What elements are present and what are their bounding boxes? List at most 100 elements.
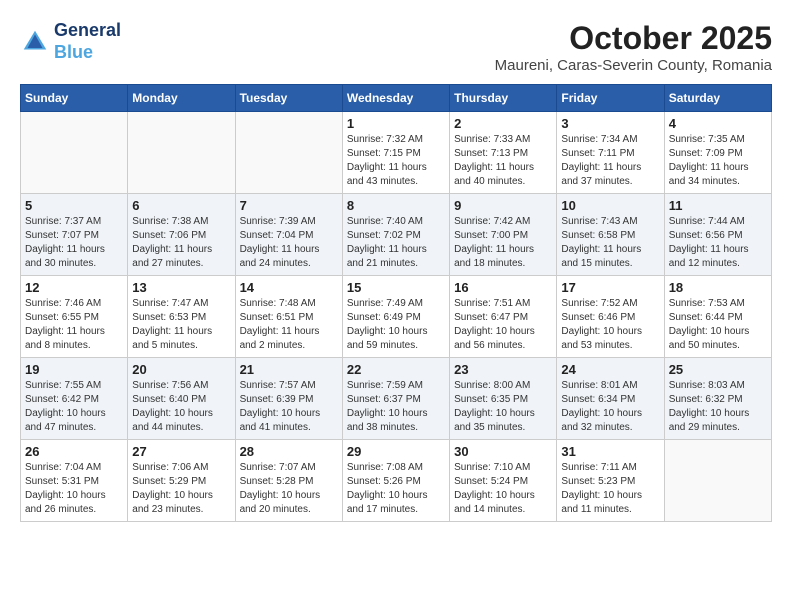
calendar-cell: 21 Sunrise: 7:57 AM Sunset: 6:39 PM Dayli… [235, 358, 342, 440]
day-info: Sunrise: 7:53 AM Sunset: 6:44 PM Dayligh… [669, 297, 767, 353]
day-info: Sunrise: 7:43 AM Sunset: 6:58 PM Dayligh… [561, 215, 659, 271]
day-number: 29 [347, 444, 445, 459]
calendar-week-row: 19Sunrise: 7:55 AM Sunset: 6:42 PM Dayli… [21, 358, 772, 440]
calendar-cell: 23Sunrise: 8:00 AM Sunset: 6:35 PM Dayli… [450, 358, 557, 440]
day-info: Sunrise: 7:33 AM Sunset: 7:13 PM Dayligh… [454, 133, 552, 189]
day-number: 30 [454, 444, 552, 459]
header: General Blue October 2025 Maureni, Caras… [20, 20, 772, 74]
weekday-header: Tuesday [235, 85, 342, 112]
calendar-cell: 18Sunrise: 7:53 AM Sunset: 6:44 PM Dayli… [664, 276, 771, 358]
day-number: 31 [561, 444, 659, 459]
calendar-cell: 26 Sunrise: 7:04 AM Sunset: 5:31 PM Dayli… [21, 440, 128, 522]
day-info: Sunrise: 7:39 AM Sunset: 7:04 PM Dayligh… [240, 215, 338, 271]
day-number: 3 [561, 116, 659, 131]
weekday-header: Thursday [450, 85, 557, 112]
month-title: October 2025 [495, 20, 772, 57]
day-info: Sunrise: 7:06 AM Sunset: 5:29 PM Dayligh… [132, 461, 230, 517]
day-info: Sunrise: 8:01 AM Sunset: 6:34 PM Dayligh… [561, 379, 659, 435]
day-info: Sunrise: 7:42 AM Sunset: 7:00 PM Dayligh… [454, 215, 552, 271]
weekday-header: Saturday [664, 85, 771, 112]
day-info: Sunrise: 7:40 AM Sunset: 7:02 PM Dayligh… [347, 215, 445, 271]
day-number: 8 [347, 198, 445, 213]
calendar-week-row: 5 Sunrise: 7:37 AM Sunset: 7:07 PM Daylig… [21, 194, 772, 276]
day-number: 15 [347, 280, 445, 295]
weekday-header: Wednesday [342, 85, 449, 112]
calendar-cell: 14Sunrise: 7:48 AM Sunset: 6:51 PM Dayli… [235, 276, 342, 358]
day-number: 12 [25, 280, 123, 295]
calendar-cell: 28 Sunrise: 7:07 AM Sunset: 5:28 PM Dayli… [235, 440, 342, 522]
calendar-cell: 19Sunrise: 7:55 AM Sunset: 6:42 PM Dayli… [21, 358, 128, 440]
weekday-header: Monday [128, 85, 235, 112]
calendar-cell: 5 Sunrise: 7:37 AM Sunset: 7:07 PM Daylig… [21, 194, 128, 276]
day-number: 5 [25, 198, 123, 213]
day-number: 11 [669, 198, 767, 213]
day-number: 28 [240, 444, 338, 459]
day-info: Sunrise: 7:48 AM Sunset: 6:51 PM Dayligh… [240, 297, 338, 353]
day-info: Sunrise: 7:49 AM Sunset: 6:49 PM Dayligh… [347, 297, 445, 353]
day-number: 17 [561, 280, 659, 295]
day-number: 23 [454, 362, 552, 377]
day-number: 13 [132, 280, 230, 295]
weekday-header: Sunday [21, 85, 128, 112]
calendar-cell: 8 Sunrise: 7:40 AM Sunset: 7:02 PM Daylig… [342, 194, 449, 276]
day-info: Sunrise: 7:08 AM Sunset: 5:26 PM Dayligh… [347, 461, 445, 517]
day-number: 2 [454, 116, 552, 131]
calendar-cell: 1 Sunrise: 7:32 AM Sunset: 7:15 PM Daylig… [342, 112, 449, 194]
day-info: Sunrise: 7:47 AM Sunset: 6:53 PM Dayligh… [132, 297, 230, 353]
calendar-cell: 20Sunrise: 7:56 AM Sunset: 6:40 PM Dayli… [128, 358, 235, 440]
logo-line2: Blue [54, 42, 93, 62]
logo-text: General Blue [54, 20, 121, 63]
day-number: 20 [132, 362, 230, 377]
day-number: 1 [347, 116, 445, 131]
calendar-cell [21, 112, 128, 194]
logo: General Blue [20, 20, 121, 63]
calendar-cell: 15 Sunrise: 7:49 AM Sunset: 6:49 PM Dayli… [342, 276, 449, 358]
calendar-week-row: 26 Sunrise: 7:04 AM Sunset: 5:31 PM Dayli… [21, 440, 772, 522]
calendar-cell: 4Sunrise: 7:35 AM Sunset: 7:09 PM Daylig… [664, 112, 771, 194]
day-info: Sunrise: 7:10 AM Sunset: 5:24 PM Dayligh… [454, 461, 552, 517]
day-info: Sunrise: 7:59 AM Sunset: 6:37 PM Dayligh… [347, 379, 445, 435]
day-info: Sunrise: 7:52 AM Sunset: 6:46 PM Dayligh… [561, 297, 659, 353]
calendar-cell: 12 Sunrise: 7:46 AM Sunset: 6:55 PM Dayli… [21, 276, 128, 358]
day-info: Sunrise: 7:11 AM Sunset: 5:23 PM Dayligh… [561, 461, 659, 517]
day-number: 7 [240, 198, 338, 213]
day-info: Sunrise: 7:37 AM Sunset: 7:07 PM Dayligh… [25, 215, 123, 271]
day-info: Sunrise: 7:46 AM Sunset: 6:55 PM Dayligh… [25, 297, 123, 353]
day-number: 6 [132, 198, 230, 213]
logo-icon [20, 27, 50, 57]
day-info: Sunrise: 7:07 AM Sunset: 5:28 PM Dayligh… [240, 461, 338, 517]
day-number: 24 [561, 362, 659, 377]
calendar-cell: 17 Sunrise: 7:52 AM Sunset: 6:46 PM Dayli… [557, 276, 664, 358]
calendar-cell: 11Sunrise: 7:44 AM Sunset: 6:56 PM Dayli… [664, 194, 771, 276]
calendar-cell: 13 Sunrise: 7:47 AM Sunset: 6:53 PM Dayli… [128, 276, 235, 358]
calendar-cell [128, 112, 235, 194]
day-number: 27 [132, 444, 230, 459]
calendar-cell: 3 Sunrise: 7:34 AM Sunset: 7:11 PM Daylig… [557, 112, 664, 194]
day-info: Sunrise: 7:55 AM Sunset: 6:42 PM Dayligh… [25, 379, 123, 435]
calendar-cell: 22 Sunrise: 7:59 AM Sunset: 6:37 PM Dayli… [342, 358, 449, 440]
day-number: 22 [347, 362, 445, 377]
day-info: Sunrise: 7:34 AM Sunset: 7:11 PM Dayligh… [561, 133, 659, 189]
weekday-header: Friday [557, 85, 664, 112]
calendar-cell: 2 Sunrise: 7:33 AM Sunset: 7:13 PM Daylig… [450, 112, 557, 194]
day-number: 26 [25, 444, 123, 459]
calendar-cell: 25Sunrise: 8:03 AM Sunset: 6:32 PM Dayli… [664, 358, 771, 440]
calendar-cell: 9 Sunrise: 7:42 AM Sunset: 7:00 PM Daylig… [450, 194, 557, 276]
day-info: Sunrise: 7:57 AM Sunset: 6:39 PM Dayligh… [240, 379, 338, 435]
calendar-cell: 24 Sunrise: 8:01 AM Sunset: 6:34 PM Dayli… [557, 358, 664, 440]
day-number: 10 [561, 198, 659, 213]
day-info: Sunrise: 7:04 AM Sunset: 5:31 PM Dayligh… [25, 461, 123, 517]
calendar-cell: 30 Sunrise: 7:10 AM Sunset: 5:24 PM Dayli… [450, 440, 557, 522]
calendar-cell: 7 Sunrise: 7:39 AM Sunset: 7:04 PM Daylig… [235, 194, 342, 276]
day-number: 21 [240, 362, 338, 377]
calendar: SundayMondayTuesdayWednesdayThursdayFrid… [20, 84, 772, 522]
day-number: 9 [454, 198, 552, 213]
calendar-header-row: SundayMondayTuesdayWednesdayThursdayFrid… [21, 85, 772, 112]
day-info: Sunrise: 7:51 AM Sunset: 6:47 PM Dayligh… [454, 297, 552, 353]
calendar-week-row: 1 Sunrise: 7:32 AM Sunset: 7:15 PM Daylig… [21, 112, 772, 194]
day-info: Sunrise: 7:32 AM Sunset: 7:15 PM Dayligh… [347, 133, 445, 189]
logo-line1: General [54, 20, 121, 42]
calendar-cell: 16Sunrise: 7:51 AM Sunset: 6:47 PM Dayli… [450, 276, 557, 358]
calendar-week-row: 12 Sunrise: 7:46 AM Sunset: 6:55 PM Dayli… [21, 276, 772, 358]
calendar-cell: 27 Sunrise: 7:06 AM Sunset: 5:29 PM Dayli… [128, 440, 235, 522]
